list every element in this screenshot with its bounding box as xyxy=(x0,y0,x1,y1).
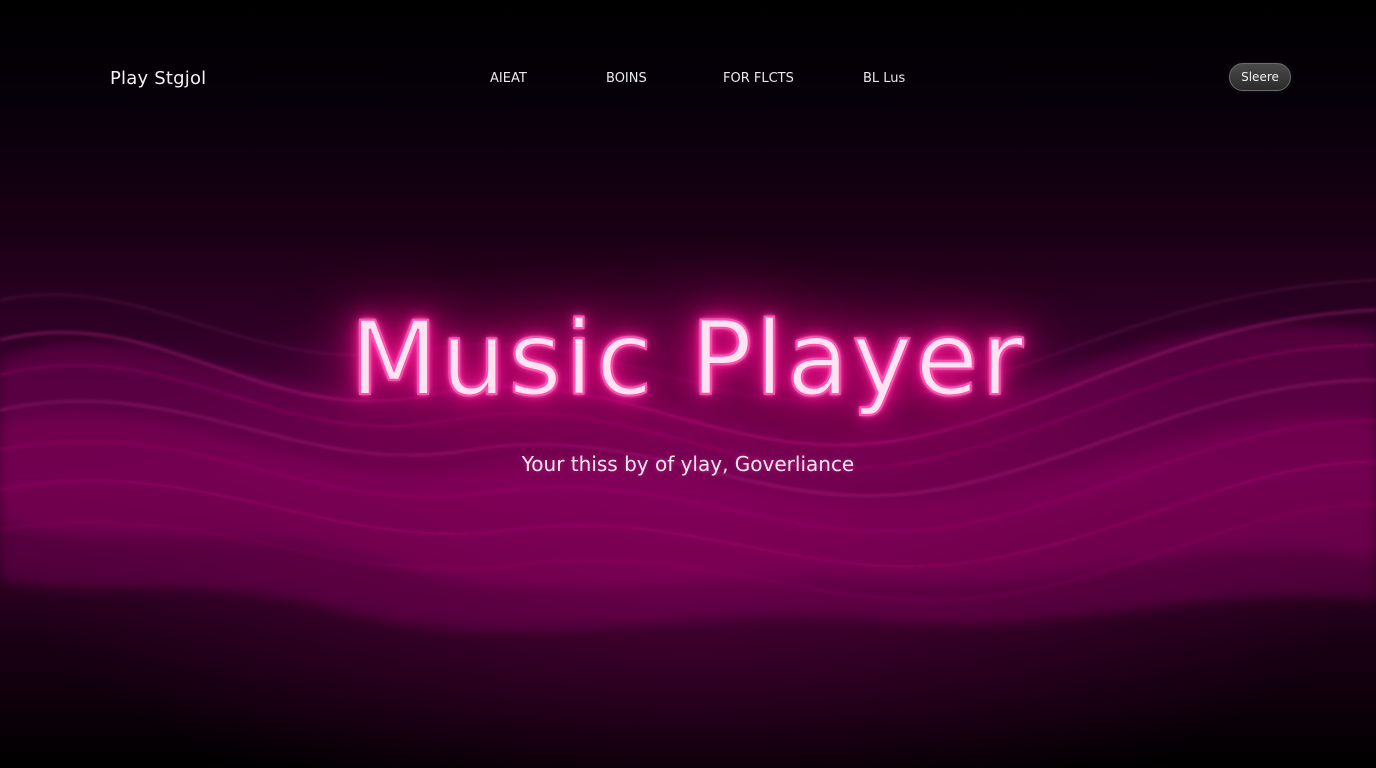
hero-subtitle: Your thiss by of ylay, Goverliance xyxy=(521,452,855,476)
hero-title: Music Player xyxy=(349,299,1027,420)
nav-link-4[interactable]: BL Lus xyxy=(863,71,905,86)
nav-link-3[interactable]: FOR FLCTS xyxy=(723,71,794,86)
top-navigation: Play Stgjol AIEAT BOINS FOR FLCTS BL Lus… xyxy=(0,0,1376,160)
nav-link-1[interactable]: AIEAT xyxy=(490,71,527,86)
nav-action-button[interactable]: Sleere xyxy=(1229,63,1291,91)
brand-logo[interactable]: Play Stgjol xyxy=(110,68,206,89)
nav-link-2[interactable]: BOINS xyxy=(606,71,647,86)
